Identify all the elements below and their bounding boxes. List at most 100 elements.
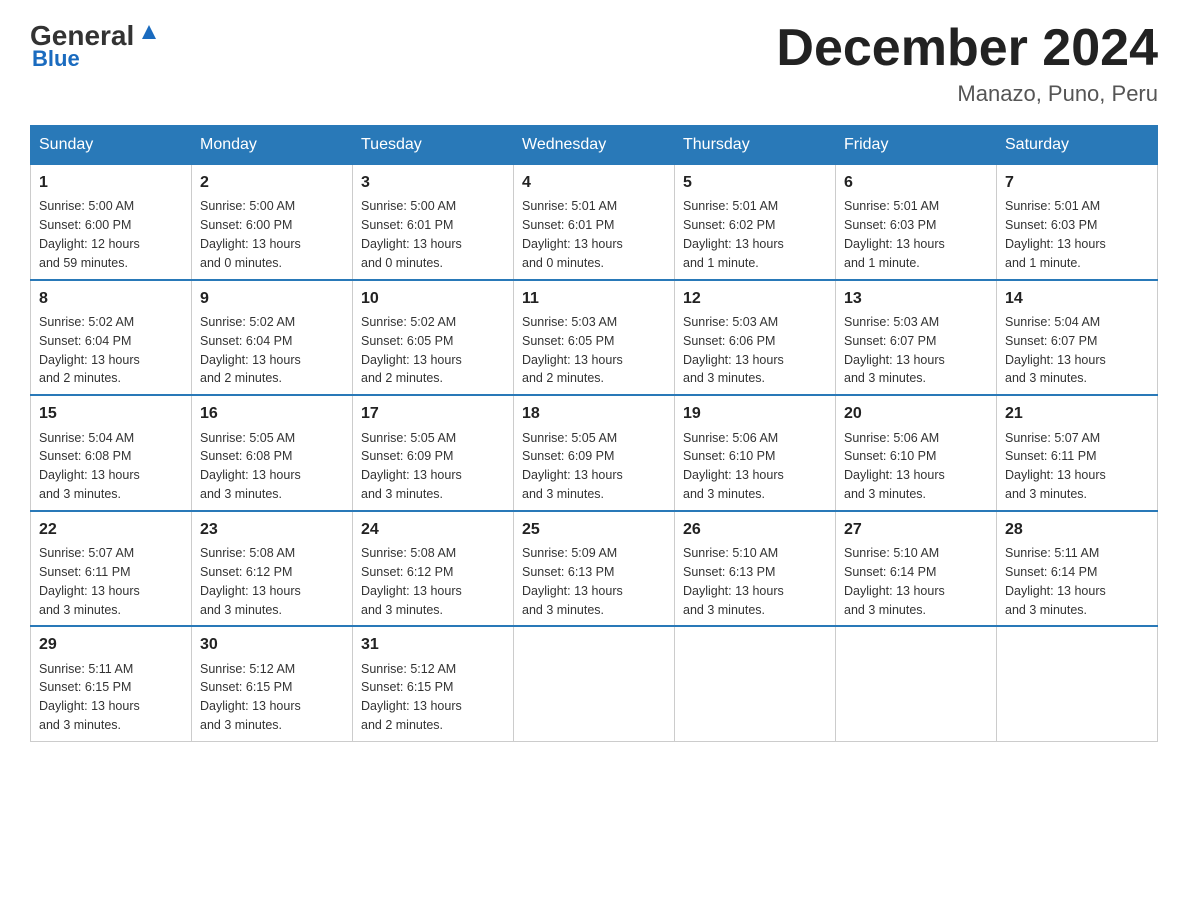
day-number: 10 — [361, 287, 505, 310]
day-info: Sunrise: 5:02 AMSunset: 6:04 PMDaylight:… — [39, 315, 140, 386]
calendar-cell — [997, 626, 1158, 741]
calendar-cell — [675, 626, 836, 741]
logo: General Blue — [30, 20, 160, 72]
month-title: December 2024 — [776, 20, 1158, 77]
day-number: 21 — [1005, 402, 1149, 425]
day-number: 9 — [200, 287, 344, 310]
day-info: Sunrise: 5:03 AMSunset: 6:05 PMDaylight:… — [522, 315, 623, 386]
calendar-cell: 28 Sunrise: 5:11 AMSunset: 6:14 PMDaylig… — [997, 511, 1158, 627]
day-number: 28 — [1005, 518, 1149, 541]
day-number: 5 — [683, 171, 827, 194]
calendar-cell: 21 Sunrise: 5:07 AMSunset: 6:11 PMDaylig… — [997, 395, 1158, 511]
calendar-cell: 18 Sunrise: 5:05 AMSunset: 6:09 PMDaylig… — [514, 395, 675, 511]
day-number: 16 — [200, 402, 344, 425]
day-info: Sunrise: 5:07 AMSunset: 6:11 PMDaylight:… — [39, 546, 140, 617]
day-info: Sunrise: 5:02 AMSunset: 6:05 PMDaylight:… — [361, 315, 462, 386]
day-info: Sunrise: 5:06 AMSunset: 6:10 PMDaylight:… — [844, 431, 945, 502]
day-info: Sunrise: 5:04 AMSunset: 6:07 PMDaylight:… — [1005, 315, 1106, 386]
column-header-sunday: Sunday — [31, 126, 192, 165]
calendar-week-1: 1 Sunrise: 5:00 AMSunset: 6:00 PMDayligh… — [31, 165, 1158, 280]
day-info: Sunrise: 5:03 AMSunset: 6:07 PMDaylight:… — [844, 315, 945, 386]
column-header-tuesday: Tuesday — [353, 126, 514, 165]
day-number: 4 — [522, 171, 666, 194]
calendar-cell: 11 Sunrise: 5:03 AMSunset: 6:05 PMDaylig… — [514, 280, 675, 396]
day-number: 20 — [844, 402, 988, 425]
calendar-cell: 19 Sunrise: 5:06 AMSunset: 6:10 PMDaylig… — [675, 395, 836, 511]
column-header-thursday: Thursday — [675, 126, 836, 165]
calendar-cell: 23 Sunrise: 5:08 AMSunset: 6:12 PMDaylig… — [192, 511, 353, 627]
calendar-cell: 31 Sunrise: 5:12 AMSunset: 6:15 PMDaylig… — [353, 626, 514, 741]
calendar-cell: 12 Sunrise: 5:03 AMSunset: 6:06 PMDaylig… — [675, 280, 836, 396]
day-number: 30 — [200, 633, 344, 656]
day-number: 27 — [844, 518, 988, 541]
day-number: 12 — [683, 287, 827, 310]
day-number: 2 — [200, 171, 344, 194]
day-number: 6 — [844, 171, 988, 194]
day-number: 7 — [1005, 171, 1149, 194]
day-number: 3 — [361, 171, 505, 194]
calendar-cell: 17 Sunrise: 5:05 AMSunset: 6:09 PMDaylig… — [353, 395, 514, 511]
calendar-cell: 9 Sunrise: 5:02 AMSunset: 6:04 PMDayligh… — [192, 280, 353, 396]
calendar-cell: 8 Sunrise: 5:02 AMSunset: 6:04 PMDayligh… — [31, 280, 192, 396]
calendar-cell: 7 Sunrise: 5:01 AMSunset: 6:03 PMDayligh… — [997, 165, 1158, 280]
day-info: Sunrise: 5:05 AMSunset: 6:09 PMDaylight:… — [361, 431, 462, 502]
header-row: SundayMondayTuesdayWednesdayThursdayFrid… — [31, 126, 1158, 165]
day-info: Sunrise: 5:10 AMSunset: 6:13 PMDaylight:… — [683, 546, 784, 617]
day-number: 15 — [39, 402, 183, 425]
day-number: 26 — [683, 518, 827, 541]
day-number: 13 — [844, 287, 988, 310]
day-info: Sunrise: 5:06 AMSunset: 6:10 PMDaylight:… — [683, 431, 784, 502]
calendar-cell: 6 Sunrise: 5:01 AMSunset: 6:03 PMDayligh… — [836, 165, 997, 280]
calendar-cell — [836, 626, 997, 741]
calendar-cell: 2 Sunrise: 5:00 AMSunset: 6:00 PMDayligh… — [192, 165, 353, 280]
calendar-cell: 26 Sunrise: 5:10 AMSunset: 6:13 PMDaylig… — [675, 511, 836, 627]
calendar-cell: 29 Sunrise: 5:11 AMSunset: 6:15 PMDaylig… — [31, 626, 192, 741]
day-info: Sunrise: 5:01 AMSunset: 6:03 PMDaylight:… — [1005, 199, 1106, 270]
calendar-cell: 27 Sunrise: 5:10 AMSunset: 6:14 PMDaylig… — [836, 511, 997, 627]
calendar-cell: 10 Sunrise: 5:02 AMSunset: 6:05 PMDaylig… — [353, 280, 514, 396]
day-number: 14 — [1005, 287, 1149, 310]
calendar-table: SundayMondayTuesdayWednesdayThursdayFrid… — [30, 125, 1158, 742]
calendar-cell: 14 Sunrise: 5:04 AMSunset: 6:07 PMDaylig… — [997, 280, 1158, 396]
day-number: 8 — [39, 287, 183, 310]
page-header: General Blue December 2024 Manazo, Puno,… — [30, 20, 1158, 107]
calendar-cell: 15 Sunrise: 5:04 AMSunset: 6:08 PMDaylig… — [31, 395, 192, 511]
column-header-friday: Friday — [836, 126, 997, 165]
day-info: Sunrise: 5:08 AMSunset: 6:12 PMDaylight:… — [200, 546, 301, 617]
day-info: Sunrise: 5:00 AMSunset: 6:01 PMDaylight:… — [361, 199, 462, 270]
day-info: Sunrise: 5:08 AMSunset: 6:12 PMDaylight:… — [361, 546, 462, 617]
day-info: Sunrise: 5:12 AMSunset: 6:15 PMDaylight:… — [361, 662, 462, 733]
day-info: Sunrise: 5:11 AMSunset: 6:14 PMDaylight:… — [1005, 546, 1106, 617]
day-info: Sunrise: 5:00 AMSunset: 6:00 PMDaylight:… — [200, 199, 301, 270]
calendar-cell — [514, 626, 675, 741]
calendar-week-5: 29 Sunrise: 5:11 AMSunset: 6:15 PMDaylig… — [31, 626, 1158, 741]
day-number: 24 — [361, 518, 505, 541]
day-info: Sunrise: 5:09 AMSunset: 6:13 PMDaylight:… — [522, 546, 623, 617]
title-section: December 2024 Manazo, Puno, Peru — [776, 20, 1158, 107]
calendar-week-4: 22 Sunrise: 5:07 AMSunset: 6:11 PMDaylig… — [31, 511, 1158, 627]
day-number: 29 — [39, 633, 183, 656]
day-number: 23 — [200, 518, 344, 541]
day-info: Sunrise: 5:04 AMSunset: 6:08 PMDaylight:… — [39, 431, 140, 502]
day-info: Sunrise: 5:01 AMSunset: 6:01 PMDaylight:… — [522, 199, 623, 270]
day-info: Sunrise: 5:02 AMSunset: 6:04 PMDaylight:… — [200, 315, 301, 386]
day-number: 18 — [522, 402, 666, 425]
day-number: 1 — [39, 171, 183, 194]
calendar-cell: 20 Sunrise: 5:06 AMSunset: 6:10 PMDaylig… — [836, 395, 997, 511]
day-info: Sunrise: 5:01 AMSunset: 6:02 PMDaylight:… — [683, 199, 784, 270]
calendar-week-3: 15 Sunrise: 5:04 AMSunset: 6:08 PMDaylig… — [31, 395, 1158, 511]
calendar-cell: 3 Sunrise: 5:00 AMSunset: 6:01 PMDayligh… — [353, 165, 514, 280]
column-header-wednesday: Wednesday — [514, 126, 675, 165]
day-number: 11 — [522, 287, 666, 310]
calendar-cell: 24 Sunrise: 5:08 AMSunset: 6:12 PMDaylig… — [353, 511, 514, 627]
location-title: Manazo, Puno, Peru — [776, 81, 1158, 107]
day-info: Sunrise: 5:03 AMSunset: 6:06 PMDaylight:… — [683, 315, 784, 386]
calendar-cell: 13 Sunrise: 5:03 AMSunset: 6:07 PMDaylig… — [836, 280, 997, 396]
day-number: 31 — [361, 633, 505, 656]
day-info: Sunrise: 5:01 AMSunset: 6:03 PMDaylight:… — [844, 199, 945, 270]
column-header-saturday: Saturday — [997, 126, 1158, 165]
day-info: Sunrise: 5:05 AMSunset: 6:09 PMDaylight:… — [522, 431, 623, 502]
calendar-cell: 4 Sunrise: 5:01 AMSunset: 6:01 PMDayligh… — [514, 165, 675, 280]
day-number: 22 — [39, 518, 183, 541]
day-number: 25 — [522, 518, 666, 541]
